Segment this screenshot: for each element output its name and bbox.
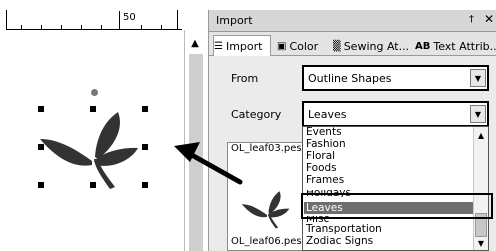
ruler-tick [21,25,22,29]
ruler-tick [101,25,102,29]
tab-label: Import [225,39,263,53]
tab-label: Color [289,39,319,53]
category-label: Category [231,108,282,121]
list-item[interactable]: Floral [304,150,474,162]
resize-handle-bottom-left[interactable] [38,182,44,188]
ruler-tick [81,25,82,29]
ruler-major-tick [119,11,120,29]
list-item[interactable]: Events [304,127,474,138]
ruler-tick [41,25,42,29]
ruler-tick [141,25,142,29]
from-value: Outline Shapes [308,72,392,85]
thumb-leaf-left [241,204,268,218]
list-item[interactable]: Zodiac Signs [304,235,474,247]
tab-label: Text Attrib... [433,39,496,53]
tab-color[interactable]: ▣ Color [277,36,329,56]
scroll-up-icon[interactable]: ▲ [475,129,487,141]
tab-sewing-attributes[interactable]: ▒ Sewing At... [333,36,413,56]
resize-handle-bottom[interactable] [90,182,96,188]
thumbnail-label: OL_leaf06.pes [231,236,302,247]
color-icon: ▣ [277,40,287,52]
panel-tabs: ☰ Import ▣ Color ▒ Sewing At... AB Text … [209,32,496,56]
resize-handle-left[interactable] [38,144,44,150]
chevron-down-icon[interactable]: ▼ [470,105,486,123]
resize-handle-right[interactable] [142,144,148,150]
ruler-tick [161,25,162,29]
resize-handle-top[interactable] [90,106,96,112]
list-item[interactable]: Frames [304,174,474,186]
list-item[interactable]: Transportation [304,223,474,235]
ruler-corner [177,10,183,30]
resize-handle-top-right[interactable] [142,106,148,112]
horizontal-ruler: 50 [6,10,182,30]
selection-frame [38,106,148,188]
from-label: From [231,72,259,85]
panel-title-bar: Import † ✕ [209,10,496,32]
leaves-callout-box [301,193,493,219]
tab-import[interactable]: ☰ Import [213,35,271,56]
design-canvas[interactable]: 50 ▲ [0,0,208,251]
close-icon[interactable]: ✕ [484,12,494,26]
rotate-handle[interactable] [91,89,98,96]
tab-label: Sewing At... [343,39,410,53]
sewing-icon: ▒ [333,40,341,52]
from-select[interactable]: Outline Shapes ▼ [302,65,489,91]
scroll-up-icon[interactable]: ▲ [189,38,201,49]
list-item[interactable]: Fashion [304,138,474,150]
resize-handle-bottom-right[interactable] [142,182,148,188]
chevron-down-icon[interactable]: ▼ [470,69,486,87]
ruler-tick [61,25,62,29]
panel-title: Import [216,14,253,27]
pin-icon[interactable]: † [469,14,474,25]
scroll-down-icon[interactable]: ▼ [475,237,487,249]
text-attrib-icon: AB [415,40,431,52]
leaf-thumbnail[interactable] [240,183,296,229]
import-icon: ☰ [214,40,223,52]
resize-handle-top-left[interactable] [38,106,44,112]
category-value: Leaves [308,108,347,121]
category-dropdown-list[interactable]: Events Fashion Floral Foods Frames Holid… [302,126,489,251]
list-item[interactable]: Foods [304,162,474,174]
tab-text-attributes[interactable]: AB Text Attrib... [415,36,496,56]
ruler-label: 50 [123,12,136,23]
category-select[interactable]: Leaves ▼ [302,101,489,127]
pointer-arrow-icon [174,142,243,185]
dropdown-scrollbar[interactable]: ▲ ▼ [473,127,488,250]
